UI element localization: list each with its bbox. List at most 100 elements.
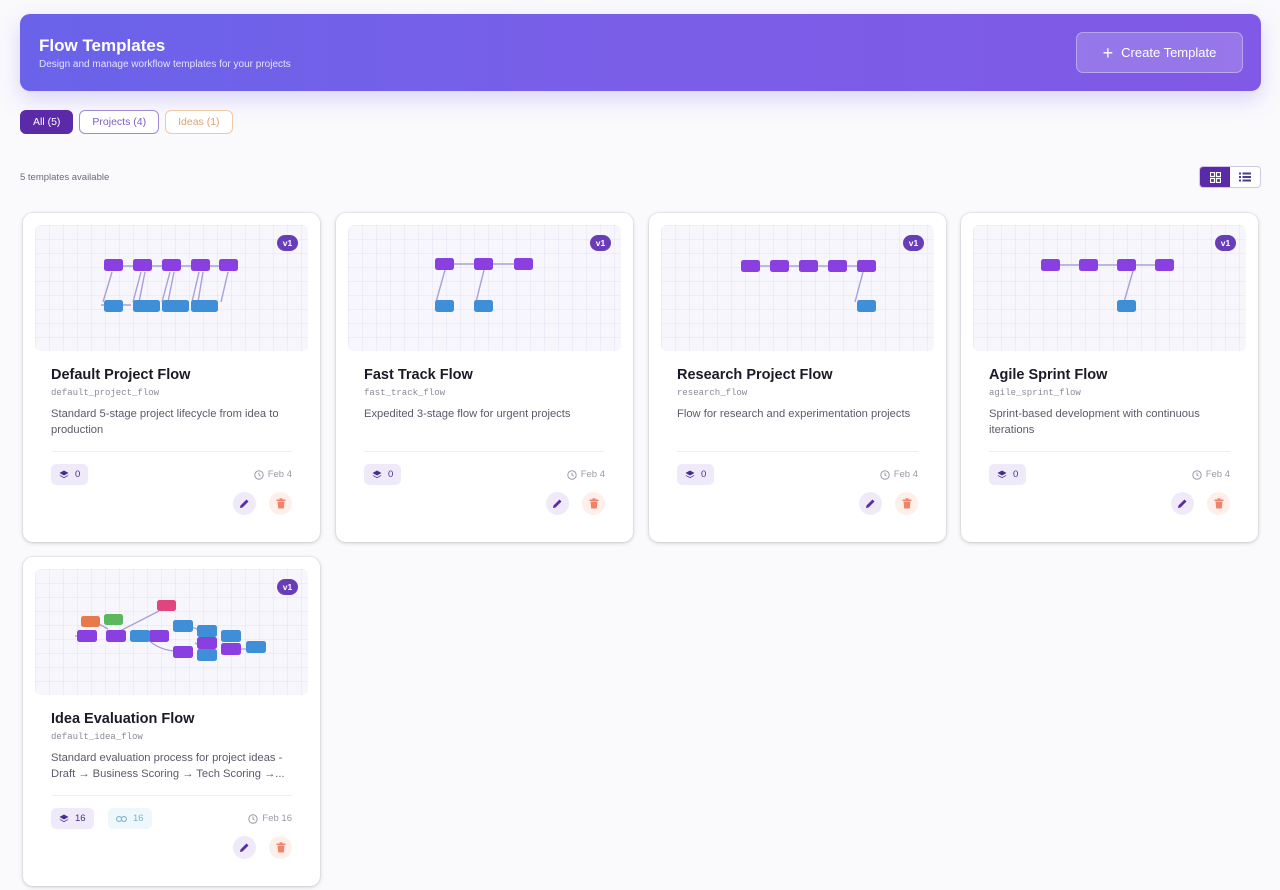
delete-button[interactable] bbox=[582, 492, 605, 515]
date-text: Feb 4 bbox=[580, 469, 605, 480]
filter-projects[interactable]: Projects (4) bbox=[79, 110, 160, 134]
trash-icon bbox=[589, 498, 598, 509]
grid-icon bbox=[1209, 171, 1221, 183]
card-divider bbox=[51, 451, 292, 452]
stages-count: 16 bbox=[75, 813, 86, 824]
card-code: agile_sprint_flow bbox=[989, 388, 1081, 398]
stages-count-badge: 0 bbox=[364, 464, 402, 485]
template-card[interactable]: v1 Agile Sprint Flow agile_sprint_flow S… bbox=[961, 213, 1258, 542]
edit-button[interactable] bbox=[1171, 492, 1194, 515]
pencil-icon bbox=[240, 843, 249, 852]
flow-preview: v1 bbox=[348, 225, 621, 351]
template-card[interactable]: v1 Fast Track Flow fast_track_flow Exped… bbox=[336, 213, 633, 542]
card-date: Feb 4 bbox=[880, 469, 918, 480]
trash-icon bbox=[1214, 498, 1223, 509]
view-toggle bbox=[1199, 166, 1261, 188]
flow-preview: v1 bbox=[973, 225, 1246, 351]
links-count: 16 bbox=[133, 813, 144, 824]
template-card[interactable]: v1 Default Project Flow default_project_… bbox=[23, 213, 320, 542]
template-card[interactable]: v1 Idea Evaluation Flow default_idea_flo… bbox=[23, 557, 320, 886]
card-date: Feb 4 bbox=[567, 469, 605, 480]
stages-count-badge: 0 bbox=[989, 464, 1027, 485]
plus-icon: + bbox=[1102, 42, 1114, 63]
layers-icon bbox=[59, 814, 69, 822]
pencil-icon bbox=[1178, 499, 1187, 508]
flow-preview: v1 bbox=[35, 225, 308, 351]
card-description: Sprint-based development with continuous… bbox=[989, 408, 1200, 436]
date-text: Feb 16 bbox=[262, 813, 292, 824]
card-divider bbox=[989, 451, 1230, 452]
card-description: Standard 5-stage project lifecycle from … bbox=[51, 408, 279, 436]
card-code: default_project_flow bbox=[51, 388, 160, 398]
card-divider bbox=[677, 451, 918, 452]
grid-view-button[interactable] bbox=[1200, 167, 1230, 187]
layers-icon bbox=[685, 470, 695, 478]
pencil-icon bbox=[240, 499, 249, 508]
version-badge: v1 bbox=[590, 235, 611, 251]
delete-button[interactable] bbox=[1207, 492, 1230, 515]
card-title: Research Project Flow bbox=[677, 367, 833, 383]
flow-diagram bbox=[101, 259, 238, 312]
template-card[interactable]: v1 Research Project Flow research_flow F… bbox=[649, 213, 946, 542]
stages-count: 0 bbox=[1013, 469, 1019, 480]
delete-button[interactable] bbox=[895, 492, 918, 515]
clock-icon bbox=[880, 469, 890, 480]
card-date: Feb 4 bbox=[1192, 469, 1230, 480]
card-divider bbox=[51, 795, 292, 796]
trash-icon bbox=[276, 498, 285, 509]
edit-button[interactable] bbox=[233, 836, 256, 859]
flow-diagram bbox=[75, 600, 266, 661]
filter-all[interactable]: All (5) bbox=[20, 110, 74, 134]
version-badge: v1 bbox=[903, 235, 924, 251]
version-badge: v1 bbox=[277, 235, 298, 251]
clock-icon bbox=[567, 469, 577, 480]
date-text: Feb 4 bbox=[267, 469, 292, 480]
links-count-badge: 16 bbox=[108, 808, 152, 829]
edit-button[interactable] bbox=[859, 492, 882, 515]
flow-diagram bbox=[1041, 259, 1174, 312]
card-title: Idea Evaluation Flow bbox=[51, 711, 195, 727]
link-icon bbox=[116, 815, 127, 822]
stages-count: 0 bbox=[75, 469, 81, 480]
card-code: default_idea_flow bbox=[51, 732, 143, 742]
trash-icon bbox=[276, 842, 285, 853]
version-badge: v1 bbox=[1215, 235, 1236, 251]
card-description: Standard evaluation process for project … bbox=[51, 752, 285, 780]
flow-preview: v1 bbox=[661, 225, 934, 351]
date-text: Feb 4 bbox=[893, 469, 918, 480]
list-icon bbox=[1239, 172, 1251, 182]
create-template-label: Create Template bbox=[1121, 45, 1217, 60]
stages-count: 0 bbox=[701, 469, 707, 480]
delete-button[interactable] bbox=[269, 836, 292, 859]
version-badge: v1 bbox=[277, 579, 298, 595]
layers-icon bbox=[372, 470, 382, 478]
page-subtitle: Design and manage workflow templates for… bbox=[39, 59, 291, 70]
list-view-button[interactable] bbox=[1230, 167, 1260, 187]
page-title: Flow Templates bbox=[39, 36, 166, 55]
card-title: Default Project Flow bbox=[51, 367, 191, 383]
flow-diagram bbox=[435, 258, 533, 312]
stages-count: 0 bbox=[388, 469, 394, 480]
delete-button[interactable] bbox=[269, 492, 292, 515]
edit-button[interactable] bbox=[546, 492, 569, 515]
trash-icon bbox=[902, 498, 911, 509]
stages-count-badge: 16 bbox=[51, 808, 94, 829]
stages-count-badge: 0 bbox=[677, 464, 715, 485]
create-template-button[interactable]: + Create Template bbox=[1076, 32, 1243, 73]
card-code: research_flow bbox=[677, 388, 748, 398]
clock-icon bbox=[1192, 469, 1202, 480]
card-description: Flow for research and experimentation pr… bbox=[677, 408, 911, 420]
date-text: Feb 4 bbox=[1205, 469, 1230, 480]
filter-ideas[interactable]: Ideas (1) bbox=[165, 110, 233, 134]
flow-diagram bbox=[741, 260, 876, 312]
stages-count-badge: 0 bbox=[51, 464, 89, 485]
card-divider bbox=[364, 451, 605, 452]
card-title: Agile Sprint Flow bbox=[989, 367, 1108, 383]
layers-icon bbox=[997, 470, 1007, 478]
card-date: Feb 16 bbox=[248, 813, 292, 824]
edit-button[interactable] bbox=[233, 492, 256, 515]
pencil-icon bbox=[866, 499, 875, 508]
card-date: Feb 4 bbox=[254, 469, 292, 480]
page-header: Flow Templates Design and manage workflo… bbox=[20, 14, 1261, 91]
card-description: Expedited 3-stage flow for urgent projec… bbox=[364, 408, 571, 420]
